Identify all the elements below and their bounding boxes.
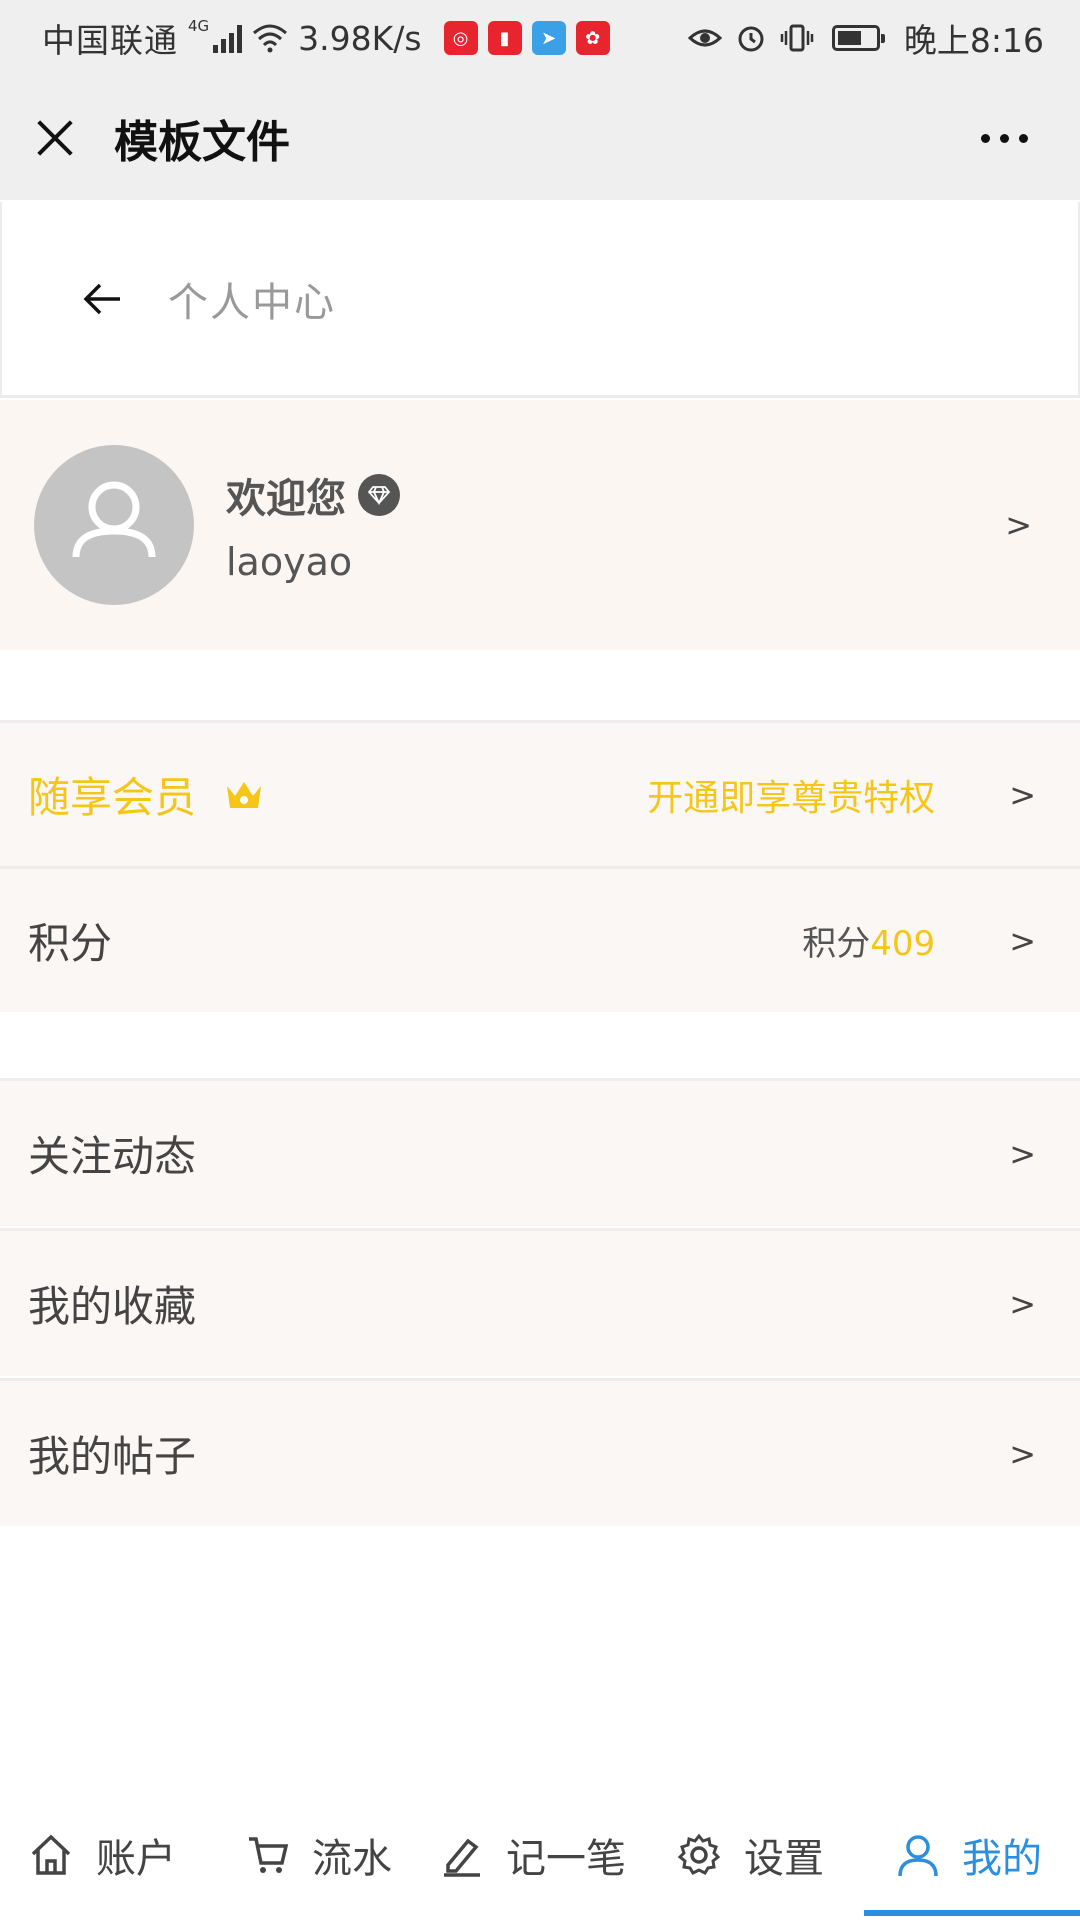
- follow-updates-row[interactable]: 关注动态 >: [0, 1078, 1080, 1226]
- pen-icon: [444, 1838, 480, 1877]
- tab-label: 流水: [312, 1836, 392, 1882]
- clock: 晚上8:16: [903, 21, 1044, 60]
- favorites-label: 我的收藏: [28, 1282, 197, 1331]
- diamond-icon: [358, 474, 400, 516]
- crown-icon: [227, 781, 262, 808]
- tab-add-record[interactable]: 记一笔: [440, 1790, 626, 1920]
- points-label: 积分: [28, 919, 113, 968]
- tab-settings[interactable]: 设置: [676, 1790, 824, 1920]
- more-dot-icon: [1019, 133, 1028, 143]
- carrier-name: 中国联通: [42, 21, 178, 60]
- page-header: 个人中心: [0, 202, 1080, 398]
- tab-label: 账户: [96, 1836, 176, 1882]
- username: laoyao: [226, 540, 353, 584]
- wifi-icon: [252, 23, 288, 53]
- alarm-icon: [736, 23, 766, 53]
- follow-updates-label: 关注动态: [28, 1132, 197, 1181]
- user-icon: [898, 1835, 938, 1877]
- battery-icon: [831, 25, 885, 51]
- chevron-right-icon: >: [1009, 1434, 1036, 1473]
- chevron-right-icon: >: [1005, 506, 1032, 544]
- tab-label: 记一笔: [506, 1836, 626, 1882]
- chevron-right-icon: >: [1009, 921, 1036, 960]
- network-type: 4G: [188, 17, 210, 35]
- signal-icon: [213, 23, 243, 53]
- netease-music-icon: ◎: [443, 21, 478, 55]
- vibrate-icon: [780, 23, 814, 53]
- tab-transactions[interactable]: 流水: [246, 1790, 392, 1920]
- chevron-right-icon: >: [1009, 775, 1036, 814]
- points-prefix: 积分: [802, 924, 871, 964]
- reader-app-icon: ▮: [487, 21, 522, 55]
- membership-label: 随享会员: [28, 773, 197, 822]
- chevron-right-icon: >: [1009, 1134, 1036, 1173]
- close-button[interactable]: [26, 108, 86, 168]
- flight-app-icon: ➤: [531, 21, 566, 55]
- page-title: 个人中心: [168, 279, 336, 326]
- tab-mine[interactable]: 我的: [896, 1790, 1042, 1920]
- tab-label: 设置: [744, 1836, 824, 1882]
- my-posts-row[interactable]: 我的帖子 >: [0, 1378, 1080, 1526]
- points-summary: 积分409: [802, 916, 935, 965]
- eye-comfort-icon: [687, 26, 722, 50]
- bottom-tab-bar: 账户 流水 记一笔 设置 我的: [0, 1790, 1080, 1920]
- huawei-icon: ✿: [575, 21, 610, 55]
- tab-account[interactable]: 账户: [28, 1790, 176, 1920]
- my-posts-label: 我的帖子: [28, 1432, 197, 1481]
- more-menu-button[interactable]: [981, 133, 1028, 143]
- membership-row[interactable]: 随享会员 开通即享尊贵特权 >: [0, 720, 1080, 866]
- mini-program-title-bar: 模板文件: [0, 76, 1080, 200]
- status-bar: 中国联通 4G 3.98K/s ◎ ▮ ➤ ✿ 晚上8:16: [0, 0, 1080, 76]
- more-dot-icon: [1000, 133, 1009, 143]
- tab-label: 我的: [962, 1836, 1042, 1882]
- user-silhouette-icon: [72, 481, 156, 558]
- chevron-right-icon: >: [1009, 1284, 1036, 1323]
- mini-program-title: 模板文件: [114, 117, 290, 168]
- network-speed: 3.98K/s: [298, 18, 422, 58]
- points-value: 409: [870, 924, 936, 964]
- avatar[interactable]: [34, 445, 194, 605]
- cart-icon: [249, 1837, 289, 1873]
- profile-card[interactable]: 欢迎您 laoyao >: [0, 400, 1080, 650]
- active-tab-indicator: [864, 1910, 1080, 1916]
- welcome-text: 欢迎您: [226, 476, 346, 522]
- favorites-row[interactable]: 我的收藏 >: [0, 1228, 1080, 1376]
- membership-hint: 开通即享尊贵特权: [647, 777, 936, 819]
- home-icon: [31, 1834, 71, 1875]
- points-row[interactable]: 积分 积分409 >: [0, 866, 1080, 1012]
- back-arrow-icon[interactable]: [78, 275, 126, 323]
- gear-icon: [677, 1833, 721, 1875]
- more-dot-icon: [981, 133, 990, 143]
